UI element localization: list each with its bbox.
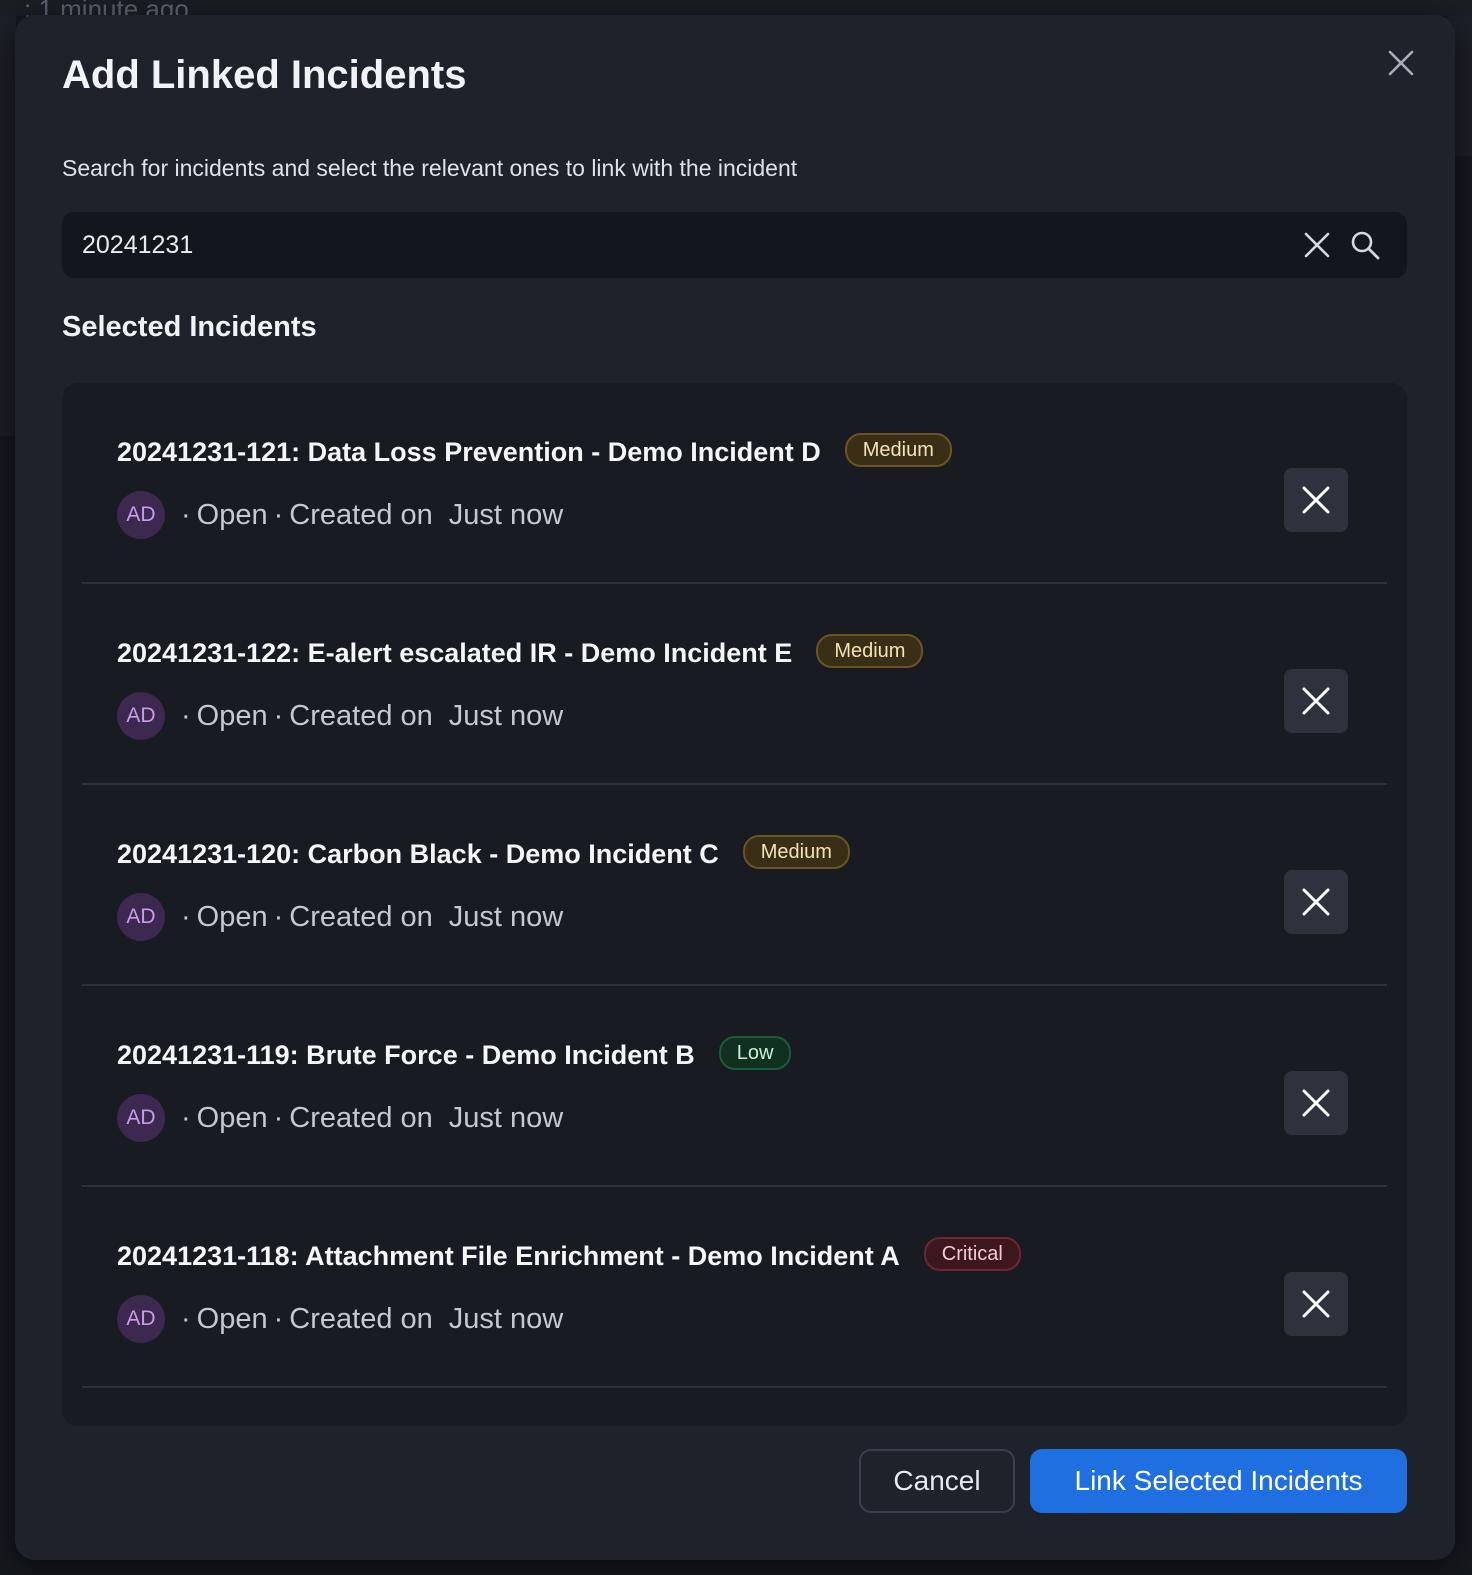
incident-meta: AD · Open · Created on Just now (117, 692, 563, 740)
severity-badge: Critical (923, 1237, 1021, 1271)
created-label: Created on (289, 1101, 433, 1134)
meta-separator: · (273, 699, 284, 732)
meta-separator: · (273, 1101, 284, 1134)
incident-title-line: 20241231-121: Data Loss Prevention - Dem… (117, 433, 952, 469)
severity-badge: Medium (816, 634, 924, 668)
meta-separator: · (273, 900, 284, 933)
close-icon (1302, 1089, 1330, 1117)
avatar: AD (117, 1094, 165, 1142)
created-label: Created on (289, 699, 433, 732)
incident-search-input[interactable] (62, 212, 1282, 278)
incident-meta: AD · Open · Created on Just now (117, 1094, 563, 1142)
created-label: Created on (289, 1302, 433, 1335)
incident-status: Open (196, 699, 268, 732)
created-time: Just now (448, 1302, 564, 1335)
add-linked-incidents-dialog: Add Linked Incidents Search for incident… (15, 15, 1455, 1560)
incident-title-line: 20241231-119: Brute Force - Demo Inciden… (117, 1036, 792, 1072)
incident-status: Open (196, 498, 268, 531)
search-clear-button[interactable] (1300, 228, 1334, 262)
incident-row: 20241231-118: Attachment File Enrichment… (82, 1187, 1387, 1388)
severity-badge: Medium (742, 835, 850, 869)
incident-title-line: 20241231-122: E-alert escalated IR - Dem… (117, 634, 924, 670)
dialog-title: Add Linked Incidents (62, 53, 467, 97)
selected-incidents-heading: Selected Incidents (62, 311, 317, 343)
incident-status: Open (196, 1101, 268, 1134)
incident-status: Open (196, 900, 268, 933)
avatar: AD (117, 692, 165, 740)
close-icon (1388, 50, 1414, 76)
cancel-button[interactable]: Cancel (859, 1449, 1015, 1513)
close-icon (1304, 232, 1330, 258)
created-time: Just now (448, 1101, 564, 1134)
severity-badge: Low (718, 1036, 792, 1070)
incident-title-line: 20241231-120: Carbon Black - Demo Incide… (117, 835, 850, 871)
incident-title: 20241231-120: Carbon Black - Demo Incide… (117, 838, 719, 869)
avatar: AD (117, 491, 165, 539)
link-selected-incidents-button[interactable]: Link Selected Incidents (1030, 1449, 1407, 1513)
close-icon (1302, 687, 1330, 715)
meta-separator: · (273, 498, 284, 531)
meta-separator: · (181, 699, 191, 732)
search-icon (1351, 231, 1380, 260)
created-time: Just now (448, 900, 564, 933)
selected-incidents-list: 20241231-121: Data Loss Prevention - Dem… (62, 383, 1407, 1426)
avatar: AD (117, 1295, 165, 1343)
incident-row: 20241231-120: Carbon Black - Demo Incide… (82, 785, 1387, 986)
dialog-close-button[interactable] (1383, 45, 1419, 81)
close-icon (1302, 1290, 1330, 1318)
remove-incident-button[interactable] (1284, 468, 1348, 532)
search-button[interactable] (1348, 228, 1382, 262)
remove-incident-button[interactable] (1284, 669, 1348, 733)
incident-row: 20241231-121: Data Loss Prevention - Dem… (82, 383, 1387, 584)
incident-search-box (62, 212, 1407, 278)
avatar: AD (117, 893, 165, 941)
incident-title: 20241231-122: E-alert escalated IR - Dem… (117, 637, 793, 668)
incident-meta: AD · Open · Created on Just now (117, 893, 563, 941)
meta-separator: · (273, 1302, 284, 1335)
incident-title: 20241231-119: Brute Force - Demo Inciden… (117, 1039, 695, 1070)
incident-meta: AD · Open · Created on Just now (117, 1295, 563, 1343)
created-label: Created on (289, 900, 433, 933)
meta-separator: · (181, 1101, 191, 1134)
created-time: Just now (448, 498, 564, 531)
dialog-description: Search for incidents and select the rele… (62, 155, 798, 181)
background-panel-left (0, 16, 16, 436)
incident-row: 20241231-122: E-alert escalated IR - Dem… (82, 584, 1387, 785)
created-time: Just now (448, 699, 564, 732)
created-label: Created on (289, 498, 433, 531)
severity-badge: Medium (844, 433, 952, 467)
remove-incident-button[interactable] (1284, 1272, 1348, 1336)
meta-separator: · (181, 1302, 191, 1335)
incident-title-line: 20241231-118: Attachment File Enrichment… (117, 1237, 1021, 1273)
background-top-strip: : 1 minute ago (0, 0, 1472, 24)
meta-separator: · (181, 900, 191, 933)
incident-status: Open (196, 1302, 268, 1335)
incident-meta: AD · Open · Created on Just now (117, 491, 563, 539)
incident-title: 20241231-121: Data Loss Prevention - Dem… (117, 436, 821, 467)
remove-incident-button[interactable] (1284, 870, 1348, 934)
incident-title: 20241231-118: Attachment File Enrichment… (117, 1240, 900, 1271)
meta-separator: · (181, 498, 191, 531)
remove-incident-button[interactable] (1284, 1071, 1348, 1135)
incident-row: 20241231-119: Brute Force - Demo Inciden… (82, 986, 1387, 1187)
close-icon (1302, 888, 1330, 916)
close-icon (1302, 486, 1330, 514)
